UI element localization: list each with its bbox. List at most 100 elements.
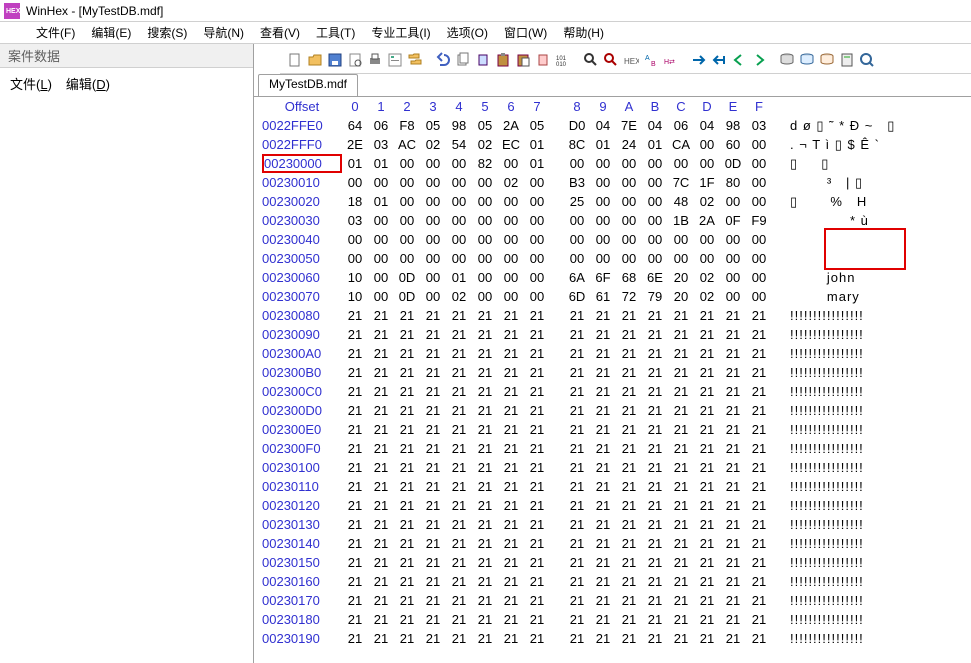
hex-byte[interactable]: 21 [642,420,668,439]
offset-cell[interactable]: 002300B0 [262,363,342,382]
hex-byte[interactable]: 21 [616,553,642,572]
hex-row[interactable]: 002300D021212121212121212121212121212121… [262,401,971,420]
hex-row[interactable]: 0023006010000D00010000006A6F686E20020000… [262,268,971,287]
hex-byte[interactable]: 21 [564,496,590,515]
hex-byte[interactable]: 21 [668,458,694,477]
hex-byte[interactable]: 21 [746,553,772,572]
hex-byte[interactable]: 21 [420,496,446,515]
hex-byte[interactable]: 21 [368,591,394,610]
hex-byte[interactable]: 00 [720,192,746,211]
menu-edit[interactable]: 编辑(E) [83,22,139,43]
hex-byte[interactable]: 21 [720,382,746,401]
hex-byte[interactable]: 00 [590,192,616,211]
hex-byte[interactable]: 21 [472,591,498,610]
hex-byte[interactable]: 21 [564,477,590,496]
hex-byte[interactable]: 21 [394,553,420,572]
hex-byte[interactable]: 25 [564,192,590,211]
hex-byte[interactable]: 21 [446,610,472,629]
hex-byte[interactable]: 21 [590,363,616,382]
hex-byte[interactable]: 21 [616,344,642,363]
menu-tools[interactable]: 工具(T) [308,22,363,43]
hex-byte[interactable]: 21 [446,382,472,401]
hex-byte[interactable]: 48 [668,192,694,211]
hex-byte[interactable]: 21 [394,306,420,325]
hex-byte[interactable]: 00 [642,230,668,249]
hex-byte[interactable]: 2E [342,135,368,154]
hex-byte[interactable]: 21 [746,382,772,401]
hex-byte[interactable]: 21 [446,344,472,363]
hex-byte[interactable]: 21 [564,363,590,382]
hex-byte[interactable]: 01 [642,135,668,154]
hex-byte[interactable]: 21 [342,553,368,572]
offset-cell[interactable]: 00230150 [262,553,342,572]
hex-byte[interactable]: 00 [420,211,446,230]
hex-byte[interactable]: 21 [420,629,446,648]
zoom-icon[interactable] [858,51,876,69]
hex-byte[interactable]: 21 [642,344,668,363]
hex-byte[interactable]: 00 [616,230,642,249]
hex-byte[interactable]: 21 [368,401,394,420]
hex-byte[interactable]: 21 [694,515,720,534]
hex-byte[interactable]: 21 [524,534,550,553]
hex-byte[interactable]: 00 [746,287,772,306]
hex-row[interactable]: 0023013021212121212121212121212121212121… [262,515,971,534]
hex-byte[interactable]: 79 [642,287,668,306]
hex-byte[interactable]: 21 [472,306,498,325]
hex-row[interactable]: 002300F021212121212121212121212121212121… [262,439,971,458]
hex-byte[interactable]: 00 [498,230,524,249]
hex-col-1[interactable]: 1 [368,99,394,114]
hex-byte[interactable]: 21 [342,439,368,458]
hex-byte[interactable]: 6A [564,268,590,287]
hex-byte[interactable]: 21 [394,629,420,648]
hex-byte[interactable]: B3 [564,173,590,192]
hex-byte[interactable]: 68 [616,268,642,287]
hex-byte[interactable]: 21 [668,344,694,363]
hex-byte[interactable]: 21 [564,458,590,477]
hex-byte[interactable]: 2A [694,211,720,230]
ascii-cell[interactable]: !!!!!!!!!!!!!!!! [772,553,864,572]
hex-byte[interactable]: 21 [642,363,668,382]
ascii-cell[interactable]: !!!!!!!!!!!!!!!! [772,458,864,477]
offset-cell[interactable]: 00230120 [262,496,342,515]
hex-byte[interactable]: 21 [446,325,472,344]
hex-col-0[interactable]: 0 [342,99,368,114]
hex-byte[interactable]: 21 [694,401,720,420]
hex-byte[interactable]: 21 [472,363,498,382]
hex-byte[interactable]: 21 [668,382,694,401]
hex-byte[interactable]: 7C [668,173,694,192]
menu-nav[interactable]: 导航(N) [195,22,252,43]
hex-col-2[interactable]: 2 [394,99,420,114]
hex-byte[interactable]: 21 [720,629,746,648]
hex-byte[interactable]: 00 [498,154,524,173]
hex-byte[interactable]: 21 [590,629,616,648]
hex-byte[interactable]: 00 [746,154,772,173]
hex-byte[interactable]: 21 [420,306,446,325]
hex-byte[interactable]: 02 [498,173,524,192]
ascii-cell[interactable]: ▯ % H [772,192,881,211]
hex-byte[interactable]: 00 [420,192,446,211]
hex-col-9[interactable]: 9 [590,99,616,114]
hex-byte[interactable]: 00 [564,154,590,173]
hex-byte[interactable]: 00 [342,173,368,192]
hex-byte[interactable]: 61 [590,287,616,306]
menu-file[interactable]: 文件(F) [28,22,83,43]
ascii-cell[interactable]: !!!!!!!!!!!!!!!! [772,344,864,363]
hex-col-D[interactable]: D [694,99,720,114]
hex-byte[interactable]: 21 [564,515,590,534]
hex-byte[interactable]: 21 [446,572,472,591]
hex-byte[interactable]: 21 [342,572,368,591]
goto-back-icon[interactable] [710,51,728,69]
hex-byte[interactable]: 21 [616,629,642,648]
hex-byte[interactable]: 21 [564,306,590,325]
goto-icon[interactable] [690,51,708,69]
hex-byte[interactable]: 21 [342,363,368,382]
hex-byte[interactable]: 00 [394,173,420,192]
hex-byte[interactable]: 21 [564,534,590,553]
hex-byte[interactable]: 00 [642,211,668,230]
hex-byte[interactable]: 00 [564,211,590,230]
hex-byte[interactable]: 00 [642,173,668,192]
hex-byte[interactable]: 00 [694,249,720,268]
hex-byte[interactable]: 21 [746,401,772,420]
hex-byte[interactable]: 21 [524,496,550,515]
hex-byte[interactable]: 21 [420,534,446,553]
